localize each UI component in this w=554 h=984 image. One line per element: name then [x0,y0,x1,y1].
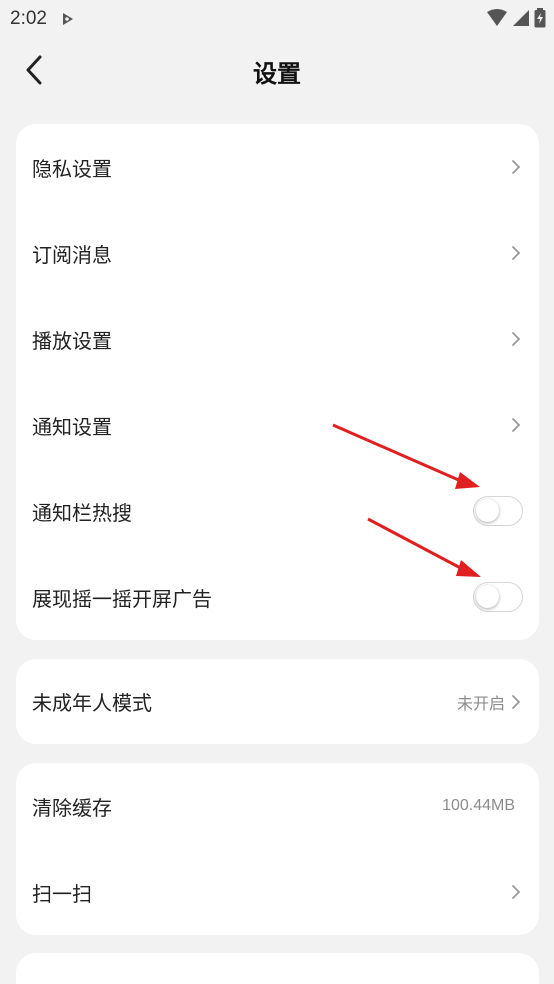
settings-item-label: 隐私设置 [32,156,112,181]
toggle-knob [476,499,499,522]
settings-item-label: 播放设置 [32,328,112,353]
settings-item-notification[interactable]: 通知设置 [16,382,539,468]
chevron-right-icon [512,246,521,260]
battery-icon [534,8,546,28]
settings-card-main: 隐私设置 订阅消息 播放设置 通知设置 通知栏热搜 展现摇一摇开屏广告 [16,124,539,640]
status-time: 2:02 [10,8,47,29]
signal-icon [513,10,529,26]
settings-item-label: 清除缓存 [32,795,112,820]
chevron-right-icon [512,885,521,899]
settings-item-label: 展现摇一摇开屏广告 [32,586,212,611]
settings-item-privacy[interactable]: 隐私设置 [16,124,539,210]
chevron-right-icon [512,418,521,432]
chevron-right-icon [512,160,521,174]
toggle-knob [476,585,499,608]
settings-item-label: 未成年人模式 [32,691,152,715]
wifi-icon [487,9,507,26]
minor-mode-status: 未开启 [456,695,505,713]
settings-item-shake-ad: 展现摇一摇开屏广告 [16,554,539,640]
settings-item-playback[interactable]: 播放设置 [16,296,539,382]
settings-card-more [16,953,539,984]
settings-item-label: 通知栏热搜 [32,500,132,525]
settings-item-scan[interactable]: 扫一扫 [16,849,539,935]
cache-size: 100.44MB [442,797,515,814]
status-icons [486,8,546,28]
settings-card-minor: 未成年人模式 未开启 [16,659,539,744]
settings-item-label: 订阅消息 [32,242,112,267]
page-title: 设置 [253,60,301,88]
hot-search-toggle[interactable] [473,496,523,526]
settings-item-label: 通知设置 [32,414,112,439]
play-store-icon [62,13,73,25]
chevron-right-icon [512,332,521,346]
settings-item-label: 扫一扫 [32,881,92,906]
shake-ad-toggle[interactable] [473,582,523,612]
settings-item-minor-mode[interactable]: 未成年人模式 未开启 [16,659,539,744]
top-bar: 设置 [0,38,554,106]
settings-item-hot-search: 通知栏热搜 [16,468,539,554]
settings-item-clear-cache[interactable]: 清除缓存 100.44MB [16,763,539,849]
status-bar: 2:02 [0,0,554,38]
chevron-right-icon [512,694,521,709]
settings-item-subscription[interactable]: 订阅消息 [16,210,539,296]
settings-card-tools: 清除缓存 100.44MB 扫一扫 [16,763,539,935]
